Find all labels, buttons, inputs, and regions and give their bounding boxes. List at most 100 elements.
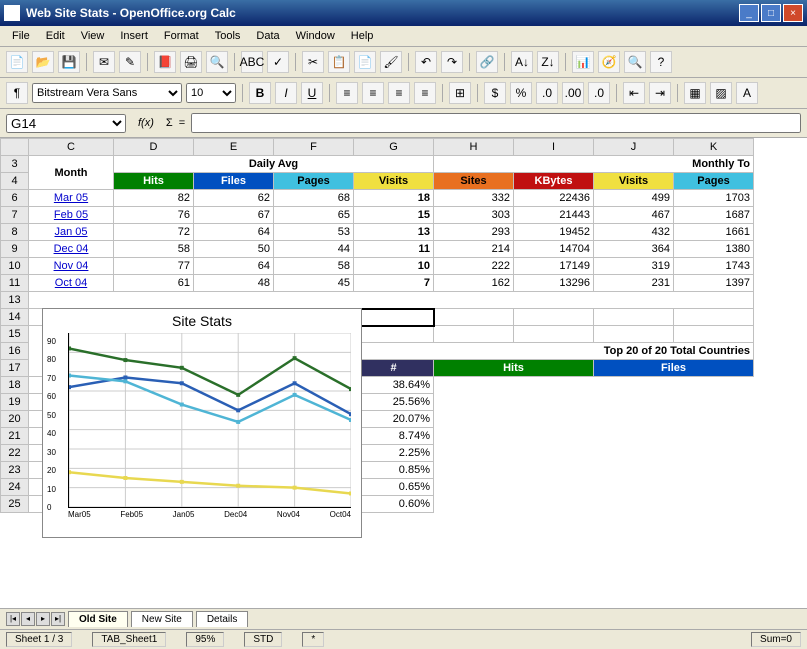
save-icon[interactable]: 💾 [58, 51, 80, 73]
pdf-icon[interactable]: 📕 [154, 51, 176, 73]
align-right-icon[interactable]: ≡ [388, 82, 410, 104]
open-icon[interactable]: 📂 [32, 51, 54, 73]
currency-icon[interactable]: $ [484, 82, 506, 104]
row-13[interactable]: 13 [1, 292, 29, 309]
bg-color-icon[interactable]: ▨ [710, 82, 732, 104]
col-C[interactable]: C [29, 139, 114, 156]
menubar: File Edit View Insert Format Tools Data … [0, 26, 807, 47]
col-D[interactable]: D [114, 139, 194, 156]
selected-cell[interactable] [354, 309, 434, 326]
col-E[interactable]: E [194, 139, 274, 156]
spreadsheet[interactable]: C D E F G H I J K 3 Month Daily Avg Mont… [0, 138, 807, 608]
nav-icon[interactable]: 🧭 [598, 51, 620, 73]
dec-dec-icon[interactable]: .0 [588, 82, 610, 104]
font-size-select[interactable]: 10 [186, 83, 236, 103]
merge-icon[interactable]: ⊞ [449, 82, 471, 104]
percent-icon[interactable]: % [510, 82, 532, 104]
menu-tools[interactable]: Tools [209, 28, 247, 44]
number-icon[interactable]: .0 [536, 82, 558, 104]
menu-edit[interactable]: Edit [40, 28, 71, 44]
underline-button[interactable]: U [301, 82, 323, 104]
paste-icon[interactable]: 📄 [354, 51, 376, 73]
link-icon[interactable]: 🔗 [476, 51, 498, 73]
toolbar-format: ¶ Bitstream Vera Sans 10 B I U ≡ ≡ ≡ ≡ ⊞… [0, 78, 807, 109]
tab-last-icon[interactable]: ▸| [51, 612, 65, 626]
print-icon[interactable]: 🖨 [180, 51, 202, 73]
tab-first-icon[interactable]: |◂ [6, 612, 20, 626]
redo-icon[interactable]: ↷ [441, 51, 463, 73]
brush-icon[interactable]: 🖌 [380, 51, 402, 73]
indent-dec-icon[interactable]: ⇤ [623, 82, 645, 104]
menu-file[interactable]: File [6, 28, 36, 44]
sort-desc-icon[interactable]: Z↓ [537, 51, 559, 73]
preview-icon[interactable]: 🔍 [206, 51, 228, 73]
sigma-icon[interactable]: Σ [166, 117, 173, 129]
menu-view[interactable]: View [75, 28, 111, 44]
chart-title: Site Stats [43, 309, 361, 333]
status-zoom: 95% [186, 632, 224, 647]
row-14[interactable]: 14 [1, 309, 29, 326]
maximize-button[interactable]: □ [761, 4, 781, 22]
zoom-icon[interactable]: 🔍 [624, 51, 646, 73]
undo-icon[interactable]: ↶ [415, 51, 437, 73]
cut-icon[interactable]: ✂ [302, 51, 324, 73]
row-3[interactable]: 3 [1, 156, 29, 173]
indent-inc-icon[interactable]: ⇥ [649, 82, 671, 104]
align-left-icon[interactable]: ≡ [336, 82, 358, 104]
month-link[interactable]: Oct 04 [29, 275, 114, 292]
formula-input[interactable] [191, 113, 801, 133]
month-link[interactable]: Mar 05 [29, 190, 114, 207]
fx-icon[interactable]: f(x) [132, 117, 160, 129]
autospell-icon[interactable]: ✓ [267, 51, 289, 73]
mail-icon[interactable]: ✉ [93, 51, 115, 73]
italic-button[interactable]: I [275, 82, 297, 104]
minimize-button[interactable]: _ [739, 4, 759, 22]
col-K[interactable]: K [674, 139, 754, 156]
menu-window[interactable]: Window [290, 28, 341, 44]
month-link[interactable]: Nov 04 [29, 258, 114, 275]
menu-insert[interactable]: Insert [114, 28, 154, 44]
month-link[interactable]: Jan 05 [29, 224, 114, 241]
menu-help[interactable]: Help [345, 28, 380, 44]
monthly-header: Monthly To [434, 156, 754, 173]
sort-asc-icon[interactable]: A↓ [511, 51, 533, 73]
col-J[interactable]: J [594, 139, 674, 156]
chart-site-stats[interactable]: Site Stats 9080706050403020100 Mar05Feb0… [42, 308, 362, 538]
statusbar: Sheet 1 / 3 TAB_Sheet1 95% STD * Sum=0 [0, 629, 807, 649]
cell-reference[interactable]: G14 [6, 114, 126, 133]
hdr-pages2: Pages [674, 173, 754, 190]
row-4[interactable]: 4 [1, 173, 29, 190]
new-icon[interactable]: 📄 [6, 51, 28, 73]
edit-icon[interactable]: ✎ [119, 51, 141, 73]
style-icon[interactable]: ¶ [6, 82, 28, 104]
equals-icon[interactable]: = [179, 117, 185, 129]
align-center-icon[interactable]: ≡ [362, 82, 384, 104]
month-link[interactable]: Feb 05 [29, 207, 114, 224]
col-I[interactable]: I [514, 139, 594, 156]
bold-button[interactable]: B [249, 82, 271, 104]
col-G[interactable]: G [354, 139, 434, 156]
app-icon [4, 5, 20, 21]
sheet-tabbar: |◂ ◂ ▸ ▸| Old Site New Site Details [0, 608, 807, 629]
font-name-select[interactable]: Bitstream Vera Sans [32, 83, 182, 103]
window-title: Web Site Stats - OpenOffice.org Calc [26, 6, 739, 20]
close-button[interactable]: × [783, 4, 803, 22]
copy-icon[interactable]: 📋 [328, 51, 350, 73]
status-modified: * [302, 632, 324, 647]
menu-data[interactable]: Data [250, 28, 285, 44]
tab-next-icon[interactable]: ▸ [36, 612, 50, 626]
hdr-kbytes: KBytes [514, 173, 594, 190]
col-H[interactable]: H [434, 139, 514, 156]
chart-icon[interactable]: 📊 [572, 51, 594, 73]
align-justify-icon[interactable]: ≡ [414, 82, 436, 104]
help-icon[interactable]: ? [650, 51, 672, 73]
inc-dec-icon[interactable]: .00 [562, 82, 584, 104]
menu-format[interactable]: Format [158, 28, 205, 44]
border-icon[interactable]: ▦ [684, 82, 706, 104]
status-mode: STD [244, 632, 282, 647]
font-color-icon[interactable]: A [736, 82, 758, 104]
month-link[interactable]: Dec 04 [29, 241, 114, 258]
spell-icon[interactable]: ABC [241, 51, 263, 73]
col-F[interactable]: F [274, 139, 354, 156]
tab-prev-icon[interactable]: ◂ [21, 612, 35, 626]
